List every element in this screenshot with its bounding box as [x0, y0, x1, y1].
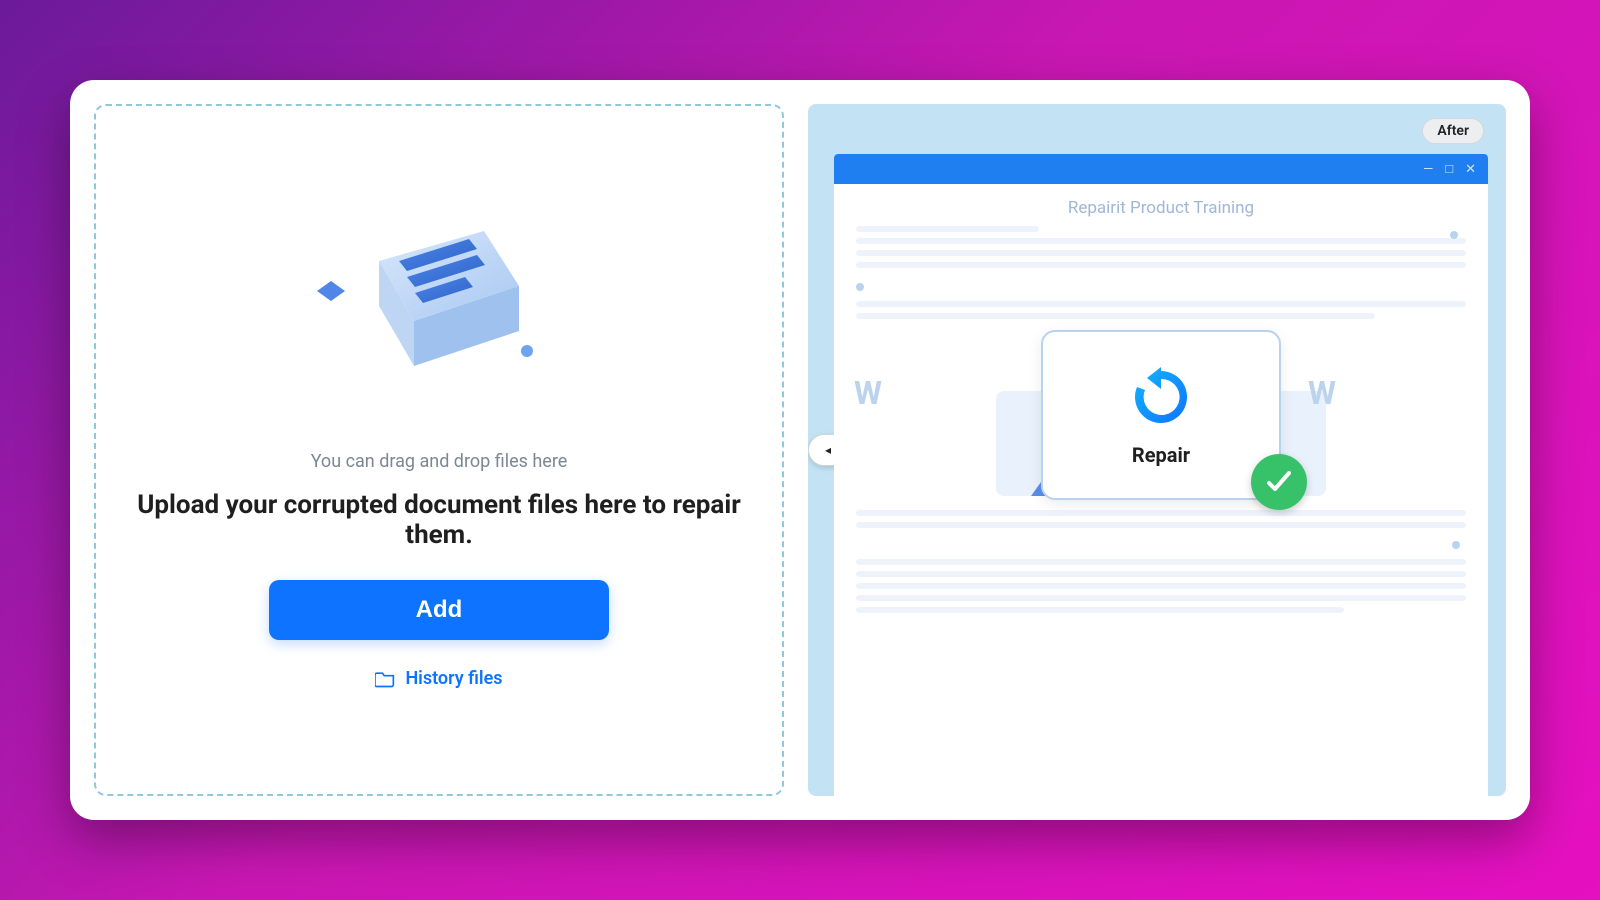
upload-headline: Upload your corrupted document files her… [116, 490, 762, 550]
text-placeholder [856, 607, 1344, 613]
history-files-label: History files [405, 668, 502, 689]
bullet-icon [1450, 231, 1458, 239]
text-placeholder [856, 238, 1466, 244]
word-mark-icon: W [854, 374, 894, 414]
app-card: You can drag and drop files here Upload … [70, 80, 1530, 820]
text-placeholder [856, 226, 1039, 232]
slider-left-arrow-icon: ◂ [825, 443, 831, 457]
text-placeholder [856, 595, 1466, 601]
document-window: — □ ✕ Repairit Product Training W [834, 154, 1488, 796]
document-title: Repairit Product Training [856, 198, 1466, 218]
success-check-icon [1251, 454, 1307, 510]
history-files-link[interactable]: History files [375, 668, 502, 689]
preview-panel: After ◂ ▸ — □ ✕ Repairit Product Trainin… [808, 104, 1506, 796]
text-placeholder [856, 559, 1466, 565]
after-badge: After [1422, 118, 1484, 144]
text-placeholder [856, 313, 1375, 319]
folder-icon [375, 670, 395, 688]
repair-label: Repair [1132, 443, 1190, 467]
bullet-icon [1452, 541, 1460, 549]
repair-popup: Repair [1041, 330, 1281, 500]
add-button[interactable]: Add [269, 580, 609, 640]
word-mark-icon: W [1308, 374, 1348, 414]
text-placeholder [856, 510, 1466, 516]
bullet-icon [856, 283, 864, 291]
document-titlebar: — □ ✕ [834, 154, 1488, 184]
upload-dropzone[interactable]: You can drag and drop files here Upload … [94, 104, 784, 796]
text-placeholder [856, 250, 1466, 256]
window-close-icon[interactable]: ✕ [1465, 162, 1476, 177]
text-placeholder [856, 522, 1466, 528]
text-placeholder [856, 571, 1466, 577]
text-placeholder [856, 262, 1466, 268]
window-maximize-icon[interactable]: □ [1445, 161, 1453, 177]
window-minimize-icon[interactable]: — [1423, 162, 1433, 177]
upload-hint: You can drag and drop files here [311, 451, 568, 472]
text-placeholder [856, 301, 1466, 307]
text-placeholder [856, 583, 1466, 589]
upload-illustration [309, 191, 569, 411]
repair-icon [1127, 363, 1195, 431]
